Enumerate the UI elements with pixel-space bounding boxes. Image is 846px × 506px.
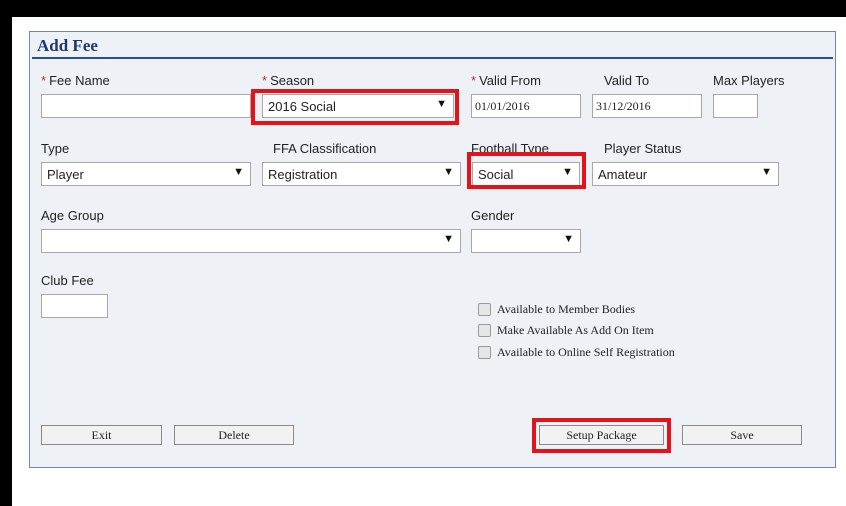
max-players-label: Max Players xyxy=(713,73,785,88)
valid-from-input[interactable]: 01/01/2016 xyxy=(471,94,581,118)
type-select[interactable]: Player ▼ xyxy=(41,162,251,186)
delete-button[interactable]: Delete xyxy=(174,425,294,445)
required-marker: * xyxy=(471,73,477,88)
age-group-label: Age Group xyxy=(41,208,104,223)
season-label: * Season xyxy=(262,73,315,88)
club-fee-input[interactable] xyxy=(41,294,108,318)
season-highlight-box xyxy=(251,89,459,125)
checkbox[interactable] xyxy=(478,324,491,337)
ffa-classification-label: FFA Classification xyxy=(273,141,377,156)
chevron-down-icon: ▼ xyxy=(443,233,454,245)
ffa-classification-select[interactable]: Registration ▼ xyxy=(262,162,461,186)
checkbox[interactable] xyxy=(478,303,491,316)
gender-select[interactable]: ▼ xyxy=(471,229,581,253)
valid-to-label: Valid To xyxy=(604,73,650,88)
fee-name-input[interactable] xyxy=(41,94,251,118)
chevron-down-icon: ▼ xyxy=(443,166,454,178)
chevron-down-icon: ▼ xyxy=(761,166,772,178)
fee-name-label: * Fee Name xyxy=(41,73,110,88)
type-label: Type xyxy=(41,141,70,156)
window-left-border xyxy=(0,0,12,506)
checkbox[interactable] xyxy=(478,346,491,359)
save-button[interactable]: Save xyxy=(682,425,802,445)
player-status-select[interactable]: Amateur ▼ xyxy=(592,162,779,186)
required-marker: * xyxy=(41,73,47,88)
gender-label: Gender xyxy=(471,208,515,223)
exit-button[interactable]: Exit xyxy=(41,425,162,445)
valid-from-label: * Valid From xyxy=(471,73,541,88)
chevron-down-icon: ▼ xyxy=(563,233,574,245)
title-divider xyxy=(32,57,833,59)
window-top-border xyxy=(0,0,846,17)
player-status-label: Player Status xyxy=(604,141,682,156)
setup-package-highlight-box xyxy=(532,418,671,453)
required-marker: * xyxy=(262,73,268,88)
max-players-input[interactable] xyxy=(713,94,758,118)
checkbox-row[interactable]: Available to Online Self Registration xyxy=(478,345,675,360)
page-title: Add Fee xyxy=(37,36,98,55)
valid-to-input[interactable]: 31/12/2016 xyxy=(592,94,702,118)
club-fee-label: Club Fee xyxy=(41,273,94,288)
age-group-select[interactable]: ▼ xyxy=(41,229,461,253)
chevron-down-icon: ▼ xyxy=(233,166,244,178)
checkbox-row[interactable]: Available to Member Bodies xyxy=(478,302,635,317)
football-type-highlight-box xyxy=(467,152,586,189)
checkbox-row[interactable]: Make Available As Add On Item xyxy=(478,323,654,338)
